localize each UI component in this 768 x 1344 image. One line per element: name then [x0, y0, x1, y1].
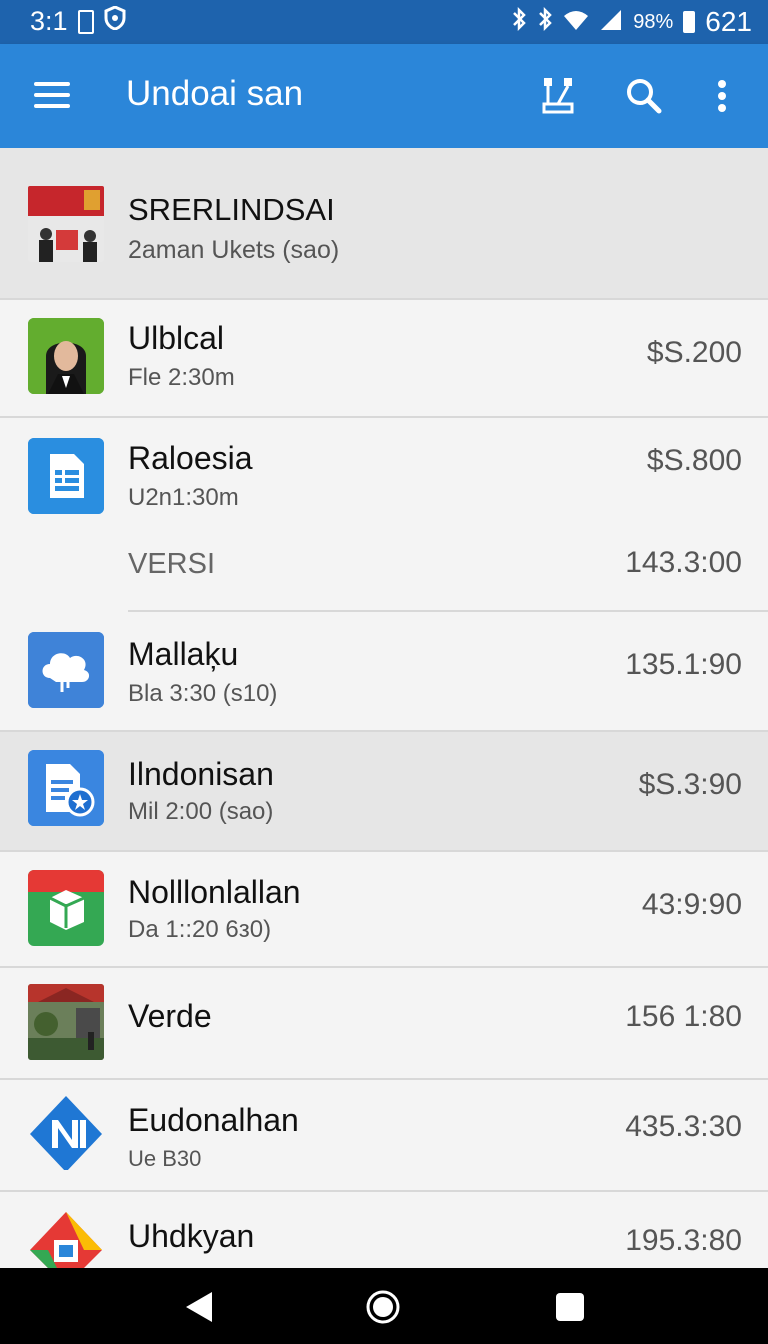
- item-name: Eudonalhan: [128, 1102, 299, 1138]
- recents-icon[interactable]: [555, 1292, 585, 1327]
- item-value: 156 1:80: [625, 1000, 742, 1033]
- list-item[interactable]: Mallaķu Bla 3:30 (s10) 135.1:90: [0, 612, 768, 732]
- item-name: Verde: [128, 998, 212, 1034]
- item-value: 43:9:90: [641, 888, 742, 921]
- status-time-left: 3:1: [30, 6, 68, 36]
- sim-icon: [77, 9, 94, 34]
- list-item[interactable]: Nolllonlallan Da 1::20 6з0) 43:9:90: [0, 852, 768, 968]
- header-item-title: SRERLINDSAI: [128, 192, 335, 227]
- share-network-icon[interactable]: [536, 74, 580, 118]
- app-bar: Undoai san: [0, 44, 768, 148]
- doc-badge-icon: [28, 750, 104, 826]
- wifi-icon: [563, 7, 589, 38]
- item-value: $S.200: [646, 336, 742, 369]
- item-sub: Bla 3:30 (s10): [128, 680, 278, 707]
- battery-icon: [683, 11, 696, 33]
- item-name: Raloesia: [128, 440, 253, 476]
- bluetooth-icon: [511, 6, 527, 38]
- list-item[interactable]: Eudonalhan Ue B30 435.3:30: [0, 1080, 768, 1192]
- list-item[interactable]: Verde 156 1:80: [0, 968, 768, 1080]
- item-sub: U2n1:30m: [128, 484, 239, 511]
- cloud-icon: [28, 632, 104, 708]
- menu-icon[interactable]: [34, 82, 70, 112]
- item-sub: Ue B30: [128, 1146, 202, 1171]
- list-item[interactable]: Ulblcal Fle 2:30m $S.200: [0, 300, 768, 418]
- app-title: Undoai san: [126, 74, 304, 113]
- item-value: $S.800: [646, 444, 742, 477]
- box-icon: [28, 870, 104, 946]
- bluetooth-icon-2: [537, 6, 553, 38]
- battery-percent: 98%: [633, 10, 674, 33]
- back-icon[interactable]: [184, 1290, 214, 1329]
- item-version-value: 143.3:00: [625, 546, 742, 579]
- colorful-logo-icon: [28, 1210, 104, 1268]
- item-sub: Mil 2:00 (sao): [128, 798, 274, 825]
- home-icon[interactable]: [366, 1290, 400, 1329]
- profile-photo-icon: [28, 318, 104, 394]
- item-value: $S.3:90: [638, 768, 742, 801]
- shield-icon: [104, 5, 126, 37]
- status-left: 3:1: [30, 5, 126, 37]
- more-vert-icon[interactable]: [700, 74, 744, 118]
- item-version-label: VERSI: [128, 548, 216, 580]
- item-value: 195.3:80: [625, 1224, 742, 1257]
- item-value: 135.1:90: [625, 648, 742, 681]
- item-name: Mallaķu: [128, 636, 239, 672]
- item-name: Ulblcal: [128, 320, 225, 356]
- search-icon[interactable]: [622, 74, 666, 118]
- list-item[interactable]: Ilndonisan Mil 2:00 (sao) $S.3:90: [0, 732, 768, 852]
- status-right: 98% 621: [511, 6, 752, 38]
- status-bar: 3:1 98% 621: [0, 0, 768, 44]
- list-header-item[interactable]: SRERLINDSAI 2aman Ukets (sao): [0, 148, 768, 300]
- item-name: Uhdkyan: [128, 1218, 255, 1254]
- item-sub: Da 1::20 6з0): [128, 916, 272, 943]
- item-name: Ilndonisan: [128, 756, 274, 792]
- document-icon: [28, 438, 104, 514]
- list-item[interactable]: Uhdkyan 195.3:80: [0, 1192, 768, 1268]
- item-sub: Fle 2:30m: [128, 364, 235, 391]
- item-name: Nolllonlallan: [128, 874, 301, 910]
- status-time-right: 621: [705, 6, 752, 37]
- header-item-subtitle: 2aman Ukets (sao): [128, 236, 340, 264]
- news-thumbnail-icon: [28, 186, 104, 262]
- n-logo-icon: [28, 1094, 104, 1170]
- item-value: 435.3:30: [625, 1110, 742, 1143]
- list-item[interactable]: Raloesia U2n1:30m $S.800 VERSI 143.3:00: [0, 418, 768, 612]
- signal-icon: [599, 7, 623, 38]
- landscape-photo-icon: [28, 984, 104, 1060]
- navigation-bar: [0, 1268, 768, 1344]
